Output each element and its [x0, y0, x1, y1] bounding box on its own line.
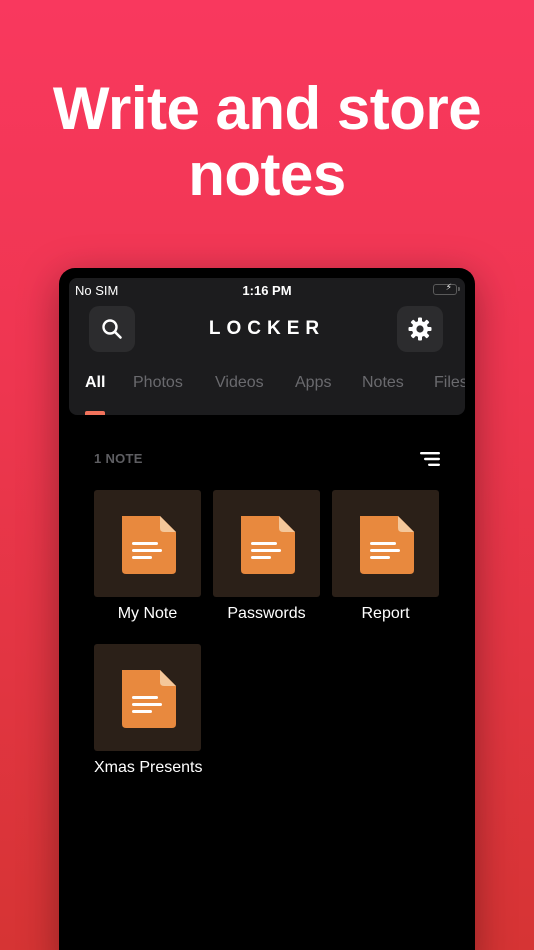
note-thumbnail [332, 490, 439, 597]
tab-videos[interactable]: Videos [215, 374, 264, 392]
note-title: Passwords [227, 605, 306, 622]
status-time: 1:16 PM [242, 283, 292, 298]
tab-files[interactable]: Files [434, 374, 465, 392]
note-title: Xmas Presents [94, 759, 203, 776]
tab-photos[interactable]: Photos [133, 374, 183, 392]
note-title: Report [361, 605, 410, 622]
document-icon [121, 669, 176, 728]
settings-button[interactable] [397, 306, 443, 352]
tab-notes[interactable]: Notes [362, 374, 404, 392]
note-tile[interactable]: Passwords [213, 490, 320, 623]
note-thumbnail [94, 644, 201, 751]
note-thumbnail [213, 490, 320, 597]
tab-all[interactable]: All [85, 374, 105, 392]
item-count: 1 NOTE [94, 451, 143, 466]
top-bar: No SIM 1:16 PM ⚡ LOCKER All Photos Video… [69, 278, 465, 415]
phone-screen: No SIM 1:16 PM ⚡ LOCKER All Photos Video… [59, 268, 475, 950]
document-icon [240, 515, 295, 574]
gear-icon [408, 317, 432, 341]
promo-headline-line1: Write and store [52, 75, 482, 142]
promo-headline-line2: notes [188, 141, 346, 208]
note-tile[interactable]: Report [332, 490, 439, 623]
content-header: 1 NOTE [94, 450, 440, 470]
promo-headline: Write and store notes [0, 76, 534, 208]
document-icon [359, 515, 414, 574]
note-thumbnail [94, 490, 201, 597]
active-tab-indicator [85, 411, 105, 415]
status-bar: No SIM 1:16 PM ⚡ [69, 278, 465, 302]
note-title: My Note [117, 605, 178, 622]
document-icon [121, 515, 176, 574]
category-tabs: All Photos Videos Apps Notes Files [85, 374, 465, 400]
sort-icon[interactable] [420, 450, 440, 468]
charging-icon: ⚡ [445, 282, 452, 292]
note-tile[interactable]: Xmas Presents [94, 644, 203, 777]
tab-apps[interactable]: Apps [295, 374, 331, 392]
note-tile[interactable]: My Note [94, 490, 201, 623]
